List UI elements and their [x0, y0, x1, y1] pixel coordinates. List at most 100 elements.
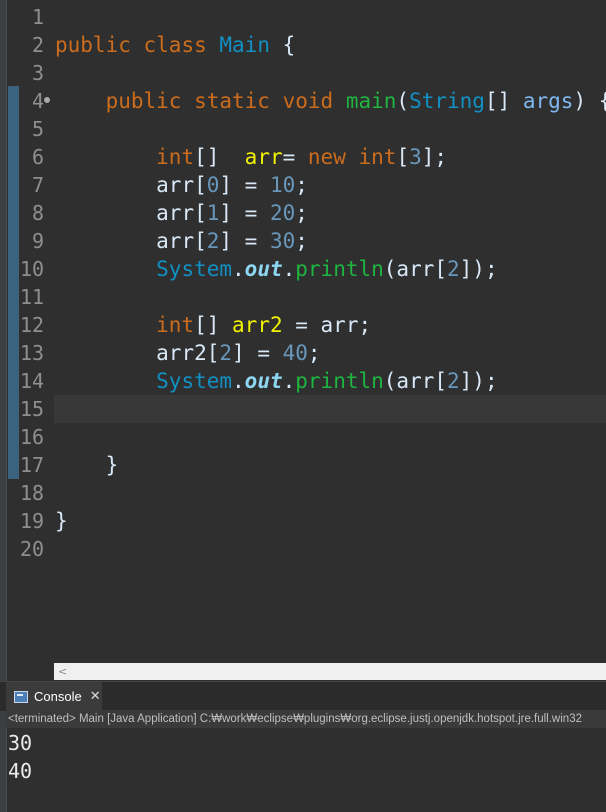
code-token: } — [55, 453, 119, 477]
code-text: System.out.println(arr[2]); — [55, 255, 498, 283]
console-tab-label: Console — [34, 689, 82, 704]
code-text: arr[0] = 10; — [55, 171, 308, 199]
code-line[interactable]: 14 System.out.println(arr[2]); — [0, 367, 606, 395]
code-line[interactable]: 3 — [0, 59, 606, 87]
code-text: } — [55, 507, 68, 535]
code-token: ] = — [219, 201, 270, 225]
code-line[interactable]: 20 — [0, 535, 606, 563]
code-text: System.out.println(arr[2]); — [55, 367, 498, 395]
code-line[interactable]: 17 } — [0, 451, 606, 479]
code-line[interactable]: 15 — [0, 395, 606, 423]
code-line[interactable]: 1 — [0, 3, 606, 31]
scroll-left-icon[interactable]: < — [58, 663, 67, 680]
code-editor[interactable]: 1 2 public class Main {3 4 public static vo… — [0, 0, 606, 680]
code-token: 0 — [206, 173, 220, 197]
code-text: arr[2] = 30; — [55, 227, 308, 255]
code-token: ; — [295, 173, 308, 197]
line-number: 6 — [31, 145, 44, 169]
code-token: ; — [295, 201, 308, 225]
code-token: ] = — [232, 341, 283, 365]
code-line[interactable]: 2 public class Main { — [0, 31, 606, 59]
line-number: 4 — [31, 89, 44, 113]
code-token: (arr[ — [383, 257, 447, 281]
code-token: 2 — [447, 369, 460, 393]
code-line[interactable]: 13 arr2[2] = 40; — [0, 339, 606, 367]
code-token: ] = — [219, 229, 270, 253]
code-token: System — [156, 257, 233, 281]
code-line[interactable]: 5 — [0, 115, 606, 143]
code-token: = — [282, 145, 308, 169]
code-text: arr2[2] = 40; — [55, 339, 320, 367]
code-line[interactable]: 4 public static void main(String[] args)… — [0, 87, 606, 115]
code-text: int[] arr= new int[3]; — [55, 143, 447, 171]
line-number: 13 — [20, 341, 45, 365]
line-number: 19 — [20, 509, 45, 533]
code-text: } — [55, 451, 119, 479]
console-output[interactable]: 30 40 — [8, 729, 32, 785]
code-token: ]); — [459, 257, 498, 281]
line-number: 14 — [20, 369, 45, 393]
code-text: public class Main { — [55, 31, 295, 59]
code-token: 10 — [269, 173, 296, 197]
horizontal-scrollbar[interactable]: < — [54, 663, 606, 680]
code-token: arr[ — [156, 201, 207, 225]
code-token: println — [295, 369, 384, 393]
code-token: (arr[ — [383, 369, 447, 393]
code-token: int — [156, 313, 195, 337]
code-token: 20 — [269, 201, 296, 225]
code-token: ; — [295, 229, 308, 253]
code-token: 2 — [447, 257, 460, 281]
code-line[interactable]: 9 arr[2] = 30; — [0, 227, 606, 255]
code-token: ) { — [573, 89, 606, 113]
code-token: ] = — [219, 173, 270, 197]
code-line[interactable]: 18 — [0, 479, 606, 507]
code-token: static — [194, 89, 270, 113]
output-line: 30 — [8, 731, 33, 755]
code-token: { — [269, 33, 296, 57]
console-status: <terminated> Main [Java Application] C:₩… — [6, 710, 606, 728]
code-token: ( — [396, 89, 410, 113]
close-icon[interactable]: ✕ — [90, 689, 101, 704]
code-token: arr[ — [156, 173, 207, 197]
code-token: } — [55, 509, 68, 533]
code-token: System — [156, 369, 233, 393]
code-line[interactable]: 10 System.out.println(arr[2]); — [0, 255, 606, 283]
code-token: [ — [396, 145, 410, 169]
code-token: new — [307, 145, 346, 169]
tab-console[interactable]: Console ✕ — [6, 682, 102, 711]
code-line[interactable]: 6 int[] arr= new int[3]; — [0, 143, 606, 171]
code-token: int — [156, 145, 195, 169]
line-number: 10 — [20, 257, 45, 281]
code-token: [] — [194, 313, 233, 337]
code-token: ]); — [459, 369, 498, 393]
fold-toggle-icon[interactable] — [44, 97, 50, 103]
code-token: public — [55, 33, 131, 57]
code-line[interactable]: 8 arr[1] = 20; — [0, 199, 606, 227]
code-line[interactable]: 11 — [0, 283, 606, 311]
line-number: 11 — [20, 285, 45, 309]
code-token: . — [232, 257, 245, 281]
code-token: arr2[ — [156, 341, 220, 365]
line-number: 7 — [31, 173, 44, 197]
code-line[interactable]: 19} — [0, 507, 606, 535]
line-number: 5 — [31, 117, 44, 141]
code-token: 2 — [206, 229, 220, 253]
code-line[interactable]: 7 arr[0] = 10; — [0, 171, 606, 199]
code-token: ]; — [421, 145, 448, 169]
code-line[interactable]: 16 — [0, 423, 606, 451]
code-token: public — [105, 89, 182, 113]
code-token: 2 — [219, 341, 233, 365]
code-line[interactable]: 12 int[] arr2 = arr; — [0, 311, 606, 339]
line-number: 20 — [20, 537, 45, 561]
line-number: 2 — [31, 33, 44, 57]
code-token: out — [244, 369, 283, 393]
code-token: class — [143, 33, 207, 57]
